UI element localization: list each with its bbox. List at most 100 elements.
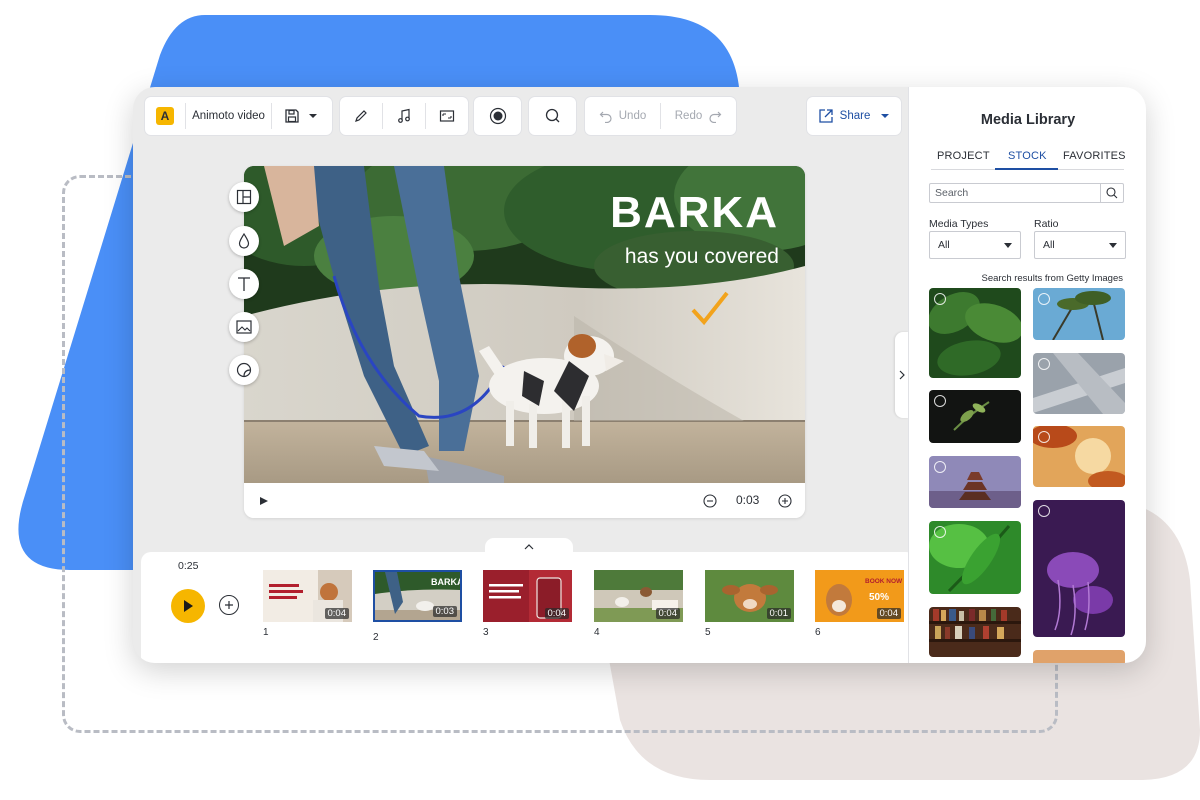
chevron-down-icon: [881, 114, 890, 118]
active-tab-indicator: [995, 168, 1058, 170]
timeline-block-2[interactable]: BARKA 0:03: [373, 570, 462, 622]
zoom-in-icon[interactable]: [778, 494, 792, 508]
zoom-icon: [1038, 505, 1050, 517]
editor-window: A Animoto video Undo Redo Share BARKA ha…: [133, 87, 1146, 663]
record-icon: [489, 107, 506, 125]
plus-icon: [225, 601, 233, 609]
collapse-panel-button[interactable]: [895, 332, 909, 418]
video-icon: [1038, 293, 1050, 305]
droplet-icon: [238, 233, 250, 249]
timeline-block-1[interactable]: 0:04: [263, 570, 352, 622]
media-tile[interactable]: [929, 288, 1021, 378]
media-types-value: All: [938, 239, 950, 251]
color-tool-button[interactable]: [229, 226, 259, 256]
pencil-icon: [355, 110, 367, 122]
image-tool-button[interactable]: [229, 312, 259, 342]
panel-title: Media Library: [980, 112, 1076, 128]
undo-icon: [599, 111, 612, 123]
tab-project[interactable]: PROJECT: [937, 150, 990, 162]
timeline-block-3[interactable]: 0:04: [483, 570, 572, 622]
search-button[interactable]: [529, 97, 576, 135]
checkmark-graphic[interactable]: [690, 290, 730, 326]
media-tile[interactable]: [929, 390, 1021, 443]
ratio-label: Ratio: [1034, 218, 1059, 230]
tab-stock[interactable]: STOCK: [1008, 150, 1047, 162]
share-label: Share: [839, 110, 871, 122]
dropdown-caret-icon: [1004, 243, 1012, 248]
media-library-panel: Media Library PROJECT STOCK FAVORITES Se…: [908, 87, 1146, 663]
play-icon: [184, 600, 193, 612]
media-types-select[interactable]: All: [929, 231, 1021, 259]
search-submit-button[interactable]: [1100, 184, 1123, 202]
search-toolbar: [529, 97, 576, 135]
tab-favorites[interactable]: FAVORITES: [1063, 150, 1126, 162]
dropdown-caret-icon: [1109, 243, 1117, 248]
total-duration: 0:25: [178, 560, 199, 572]
record-toolbar: [474, 97, 521, 135]
media-tile[interactable]: [1033, 650, 1125, 663]
timeline-block-4[interactable]: 0:04: [594, 570, 683, 622]
layout-icon: [236, 189, 252, 205]
undo-button[interactable]: Undo: [585, 97, 660, 135]
media-tile[interactable]: [1033, 426, 1125, 487]
style-button[interactable]: [340, 97, 382, 135]
share-button[interactable]: Share: [807, 97, 901, 135]
layout-tool-button[interactable]: [229, 182, 259, 212]
block-duration: 0:04: [655, 608, 680, 619]
video-icon: [934, 395, 946, 407]
canvas-headline[interactable]: BARKA: [610, 188, 779, 238]
project-toolbar: A Animoto video: [145, 97, 332, 135]
canvas-subline[interactable]: has you covered: [625, 245, 779, 269]
zoom-icon: [934, 293, 946, 305]
block-6-percent: 50%: [869, 592, 890, 603]
redo-button[interactable]: Redo: [661, 97, 736, 135]
music-note-icon: [398, 108, 410, 123]
media-search-input[interactable]: Search: [929, 183, 1124, 203]
media-tile[interactable]: [929, 521, 1021, 594]
ratio-value: All: [1043, 239, 1055, 251]
search-icon: [545, 108, 559, 123]
save-icon: [285, 109, 299, 123]
record-button[interactable]: [474, 97, 521, 135]
zoom-icon: [1038, 358, 1050, 370]
text-tool-button[interactable]: [229, 269, 259, 299]
share-toolbar: Share: [807, 97, 901, 135]
project-title[interactable]: Animoto video: [186, 97, 271, 135]
timeline-block-5[interactable]: 0:01: [705, 570, 794, 622]
media-tile[interactable]: [929, 456, 1021, 508]
play-button[interactable]: [171, 589, 205, 623]
zoom-icon: [934, 526, 946, 538]
music-button[interactable]: [383, 97, 425, 135]
block-duration: 0:04: [544, 608, 569, 619]
sticker-tool-button[interactable]: [229, 355, 259, 385]
image-icon: [236, 320, 252, 334]
zoom-out-icon[interactable]: [703, 494, 717, 508]
aspect-ratio-button[interactable]: [426, 97, 468, 135]
media-tile[interactable]: [1033, 500, 1125, 637]
timeline-block-6[interactable]: BOOK NOW 50% 0:04: [815, 570, 904, 622]
share-icon: [819, 109, 833, 123]
block-number: 4: [594, 627, 600, 638]
block-number: 1: [263, 627, 269, 638]
media-tile[interactable]: [1033, 288, 1125, 340]
chevron-down-icon: [309, 114, 317, 118]
tile-bookshelf-image: [929, 607, 1021, 657]
media-tile[interactable]: [1033, 353, 1125, 414]
chevron-right-icon: [899, 370, 905, 380]
aspect-ratio-icon: [439, 110, 455, 122]
ratio-select[interactable]: All: [1034, 231, 1126, 259]
redo-label: Redo: [674, 110, 703, 122]
block-number: 6: [815, 627, 821, 638]
animoto-logo[interactable]: A: [145, 97, 185, 135]
media-tile[interactable]: [929, 607, 1021, 657]
play-icon[interactable]: [259, 496, 269, 506]
block-number: 5: [705, 627, 711, 638]
video-canvas[interactable]: BARKA has you covered 0:03: [244, 166, 805, 518]
playback-time: 0:03: [736, 493, 760, 507]
playback-controls: 0:03: [244, 483, 805, 518]
block-number: 2: [373, 632, 379, 643]
results-source-note: Search results from Getty Images: [981, 273, 1124, 284]
block-number: 3: [483, 627, 489, 638]
save-menu-button[interactable]: [272, 97, 330, 135]
add-block-button[interactable]: [219, 595, 239, 615]
